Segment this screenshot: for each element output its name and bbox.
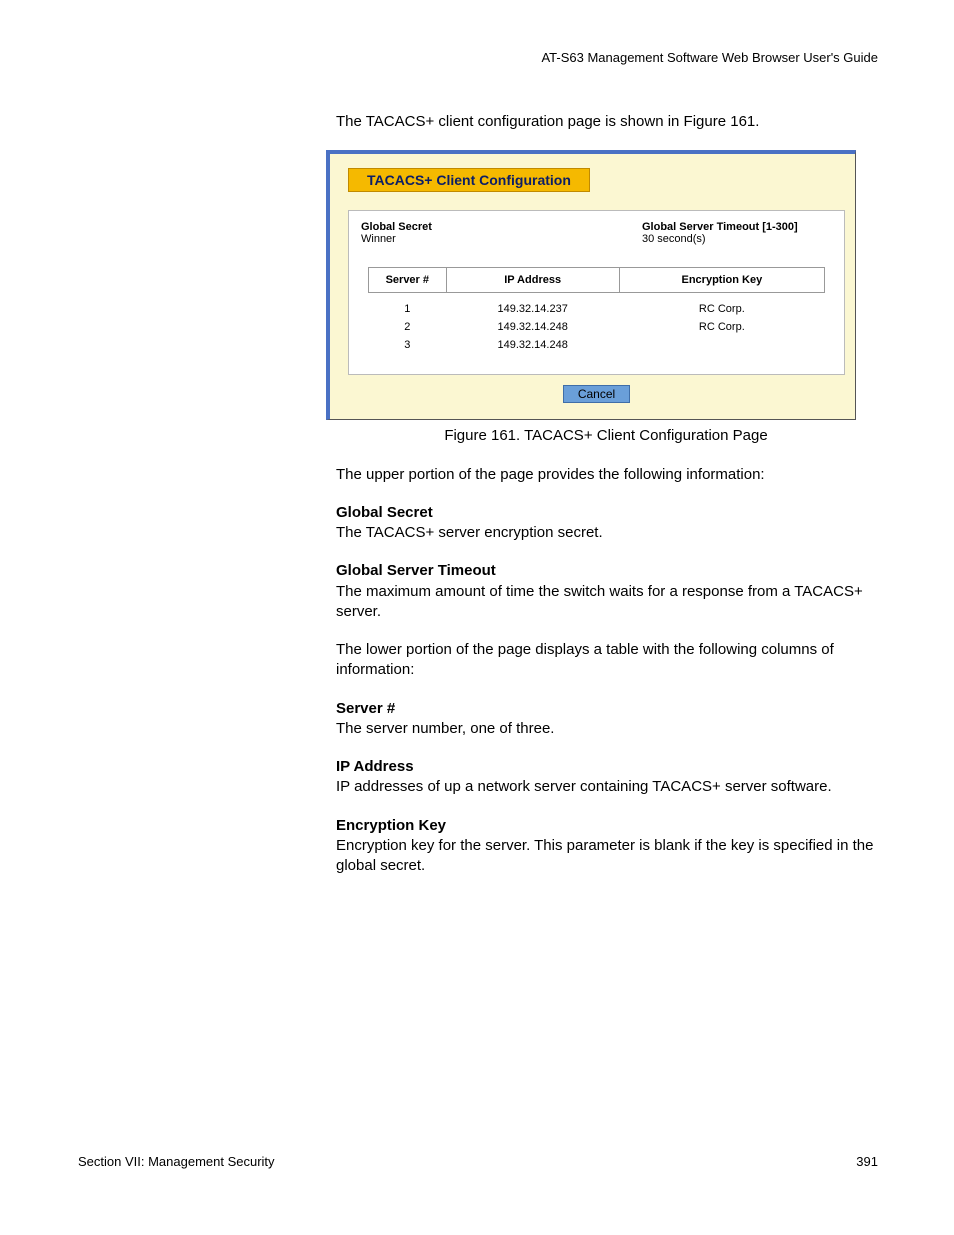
cell-ip: 149.32.14.237 [446,293,619,319]
col-server: Server # [369,268,446,293]
panel-title: TACACS+ Client Configuration [348,168,590,192]
cell-key [619,336,824,354]
figure-caption: Figure 161. TACACS+ Client Configuration… [336,426,876,446]
def-global-secret: The TACACS+ server encryption secret. [336,523,876,543]
def-global-timeout: The maximum amount of time the switch wa… [336,582,876,623]
col-key: Encryption Key [619,268,824,293]
global-timeout-value: 30 second(s) [642,233,706,245]
def-ip: IP addresses of up a network server cont… [336,777,876,797]
def-server: The server number, one of three. [336,719,876,739]
def-key: Encryption key for the server. This para… [336,836,876,877]
servers-table: Server # IP Address Encryption Key 1 149… [368,267,825,354]
term-global-timeout: Global Server Timeout [336,561,876,581]
term-server: Server # [336,699,876,719]
cell-key: RC Corp. [619,293,824,319]
global-secret-value: Winner [361,233,396,245]
header-guide-title: AT-S63 Management Software Web Browser U… [541,50,878,65]
cell-server: 1 [369,293,446,319]
cell-server: 2 [369,318,446,336]
term-global-secret: Global Secret [336,503,876,523]
col-ip: IP Address [446,268,619,293]
footer-section: Section VII: Management Security [78,1154,275,1169]
cell-ip: 149.32.14.248 [446,336,619,354]
lower-intro: The lower portion of the page displays a… [336,640,876,681]
global-secret-label: Global Secret [361,221,432,233]
cancel-button[interactable]: Cancel [563,385,630,403]
cell-key: RC Corp. [619,318,824,336]
table-row: 3 149.32.14.248 [369,336,825,354]
cell-ip: 149.32.14.248 [446,318,619,336]
footer-page-number: 391 [856,1154,878,1169]
term-ip: IP Address [336,757,876,777]
figure-screenshot: TACACS+ Client Configuration Global Secr… [326,150,856,420]
upper-intro: The upper portion of the page provides t… [336,465,876,485]
table-row: 2 149.32.14.248 RC Corp. [369,318,825,336]
term-key: Encryption Key [336,816,876,836]
intro-paragraph: The TACACS+ client configuration page is… [336,112,876,132]
global-timeout-label: Global Server Timeout [1-300] [642,221,798,233]
table-row: 1 149.32.14.237 RC Corp. [369,293,825,319]
cell-server: 3 [369,336,446,354]
